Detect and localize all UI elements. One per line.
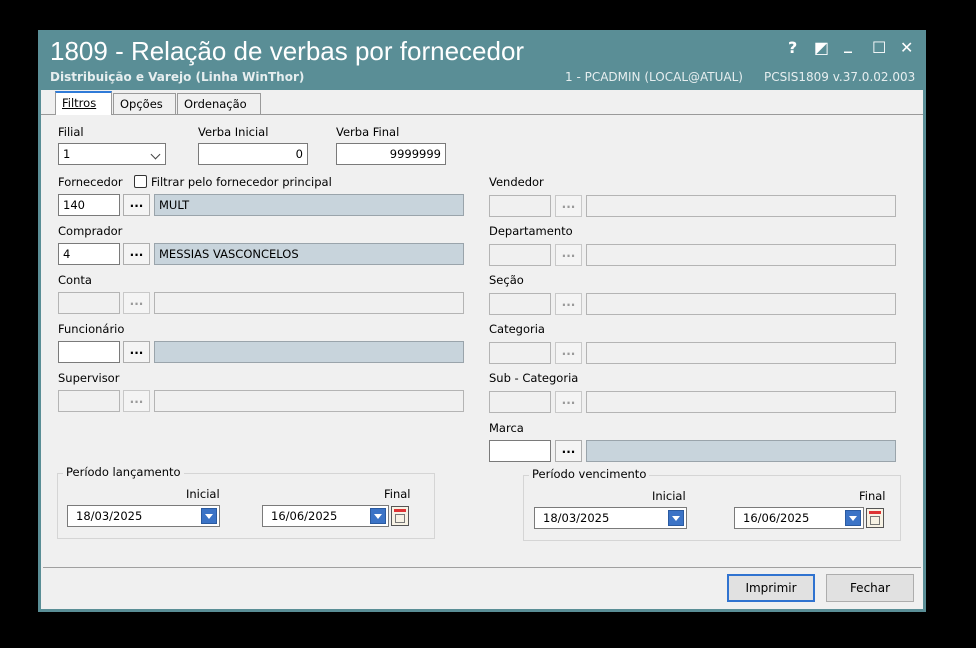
bottom-separator [43, 567, 921, 568]
funcionario-label: Funcionário [58, 322, 125, 336]
marca-label: Marca [489, 421, 524, 435]
subcategoria-code-input[interactable] [489, 391, 551, 413]
app-window: 1809 - Relação de verbas por fornecedor … [38, 30, 926, 612]
dropdown-arrow-icon[interactable] [370, 508, 386, 524]
tab-opcoes[interactable]: Opções [113, 93, 176, 114]
vencimento-inicial-date[interactable]: 18/03/2025 [534, 507, 687, 529]
user-info: 1 - PCADMIN (LOCAL@ATUAL) [565, 70, 743, 84]
subcategoria-name-field [586, 391, 896, 413]
marca-code-input[interactable] [489, 440, 551, 462]
tab-divider [41, 114, 923, 115]
tab-ordenacao[interactable]: Ordenação [177, 93, 261, 114]
vencimento-inicial-value: 18/03/2025 [543, 511, 610, 525]
lancamento-final-date[interactable]: 16/06/2025 [262, 505, 389, 527]
departamento-label: Departamento [489, 224, 573, 238]
funcionario-name-field [154, 341, 464, 363]
secao-code-input[interactable] [489, 293, 551, 315]
conta-lookup-button[interactable]: ... [123, 292, 150, 314]
verba-final-label: Verba Final [336, 125, 400, 139]
filial-select[interactable]: 1 [58, 143, 166, 165]
dropdown-arrow-icon[interactable] [668, 510, 684, 526]
vendedor-name-field [586, 195, 896, 217]
fornecedor-label: Fornecedor [58, 175, 123, 189]
restore-icon[interactable]: ◩ [814, 38, 829, 57]
version-info: PCSIS1809 v.37.0.02.003 [764, 70, 916, 84]
lancamento-final-value: 16/06/2025 [271, 509, 338, 523]
vencimento-inicial-label: Inicial [652, 489, 686, 503]
vencimento-final-date[interactable]: 16/06/2025 [734, 507, 864, 529]
departamento-code-input[interactable] [489, 244, 551, 266]
subcategoria-lookup-button[interactable]: ... [555, 391, 582, 413]
vendedor-code-input[interactable] [489, 195, 551, 217]
vencimento-final-label: Final [859, 489, 886, 503]
vendedor-label: Vendedor [489, 175, 544, 189]
window-title: 1809 - Relação de verbas por fornecedor [50, 36, 525, 66]
marca-name-field [586, 440, 896, 462]
tab-filtros[interactable]: Filtros [55, 91, 112, 115]
minimize-icon[interactable]: _ [844, 34, 852, 53]
subcategoria-label: Sub - Categoria [489, 371, 579, 385]
secao-lookup-button[interactable]: ... [555, 293, 582, 315]
calendar-icon[interactable] [866, 508, 884, 528]
supervisor-label: Supervisor [58, 371, 120, 385]
comprador-code-input[interactable]: 4 [58, 243, 120, 265]
tab-filtros-label: Filtros [62, 96, 97, 110]
lancamento-final-label: Final [384, 487, 411, 501]
secao-name-field [586, 293, 896, 315]
vencimento-final-value: 16/06/2025 [743, 511, 810, 525]
secao-label: Seção [489, 273, 524, 287]
conta-code-input[interactable] [58, 292, 120, 314]
supervisor-lookup-button[interactable]: ... [123, 390, 150, 412]
verba-inicial-input[interactable]: 0 [198, 143, 308, 165]
tab-opcoes-label: Opções [120, 97, 163, 111]
fornecedor-code-input[interactable]: 140 [58, 194, 120, 216]
client-area: Filtros Opções Ordenação Filial 1 Verba … [41, 90, 923, 609]
maximize-icon[interactable]: ☐ [872, 38, 886, 57]
chevron-down-icon [150, 149, 161, 160]
lancamento-inicial-value: 18/03/2025 [76, 509, 143, 523]
comprador-label: Comprador [58, 224, 123, 238]
funcionario-lookup-button[interactable]: ... [123, 341, 150, 363]
filial-label: Filial [58, 125, 84, 139]
dropdown-arrow-icon[interactable] [201, 508, 217, 524]
dropdown-arrow-icon[interactable] [845, 510, 861, 526]
verba-final-input[interactable]: 9999999 [336, 143, 446, 165]
fechar-button[interactable]: Fechar [826, 574, 914, 602]
comprador-lookup-button[interactable]: ... [123, 243, 150, 265]
title-bar[interactable]: 1809 - Relação de verbas por fornecedor … [38, 30, 926, 90]
conta-label: Conta [58, 273, 92, 287]
lancamento-inicial-label: Inicial [186, 487, 220, 501]
categoria-name-field [586, 342, 896, 364]
tab-ordenacao-label: Ordenação [184, 97, 247, 111]
lancamento-inicial-date[interactable]: 18/03/2025 [67, 505, 220, 527]
filial-value: 1 [63, 147, 71, 161]
periodo-vencimento-label: Período vencimento [529, 467, 650, 481]
verba-inicial-label: Verba Inicial [198, 125, 269, 139]
categoria-label: Categoria [489, 322, 545, 336]
categoria-code-input[interactable] [489, 342, 551, 364]
supervisor-name-field [154, 390, 464, 412]
comprador-name-field: MESSIAS VASCONCELOS [154, 243, 464, 265]
departamento-lookup-button[interactable]: ... [555, 244, 582, 266]
vendedor-lookup-button[interactable]: ... [555, 195, 582, 217]
fornecedor-principal-label: Filtrar pelo fornecedor principal [151, 175, 332, 189]
funcionario-code-input[interactable] [58, 341, 120, 363]
calendar-icon[interactable] [391, 506, 409, 526]
fornecedor-lookup-button[interactable]: ... [123, 194, 150, 216]
fornecedor-principal-checkbox[interactable] [134, 175, 147, 188]
categoria-lookup-button[interactable]: ... [555, 342, 582, 364]
fornecedor-name-field: MULT [154, 194, 464, 216]
imprimir-button[interactable]: Imprimir [727, 574, 815, 602]
window-subtitle: Distribuição e Varejo (Linha WinThor) [50, 70, 305, 84]
conta-name-field [154, 292, 464, 314]
close-icon[interactable]: ✕ [900, 38, 913, 57]
departamento-name-field [586, 244, 896, 266]
marca-lookup-button[interactable]: ... [555, 440, 582, 462]
periodo-lancamento-label: Período lançamento [63, 465, 184, 479]
help-icon[interactable]: ? [788, 38, 797, 57]
supervisor-code-input[interactable] [58, 390, 120, 412]
